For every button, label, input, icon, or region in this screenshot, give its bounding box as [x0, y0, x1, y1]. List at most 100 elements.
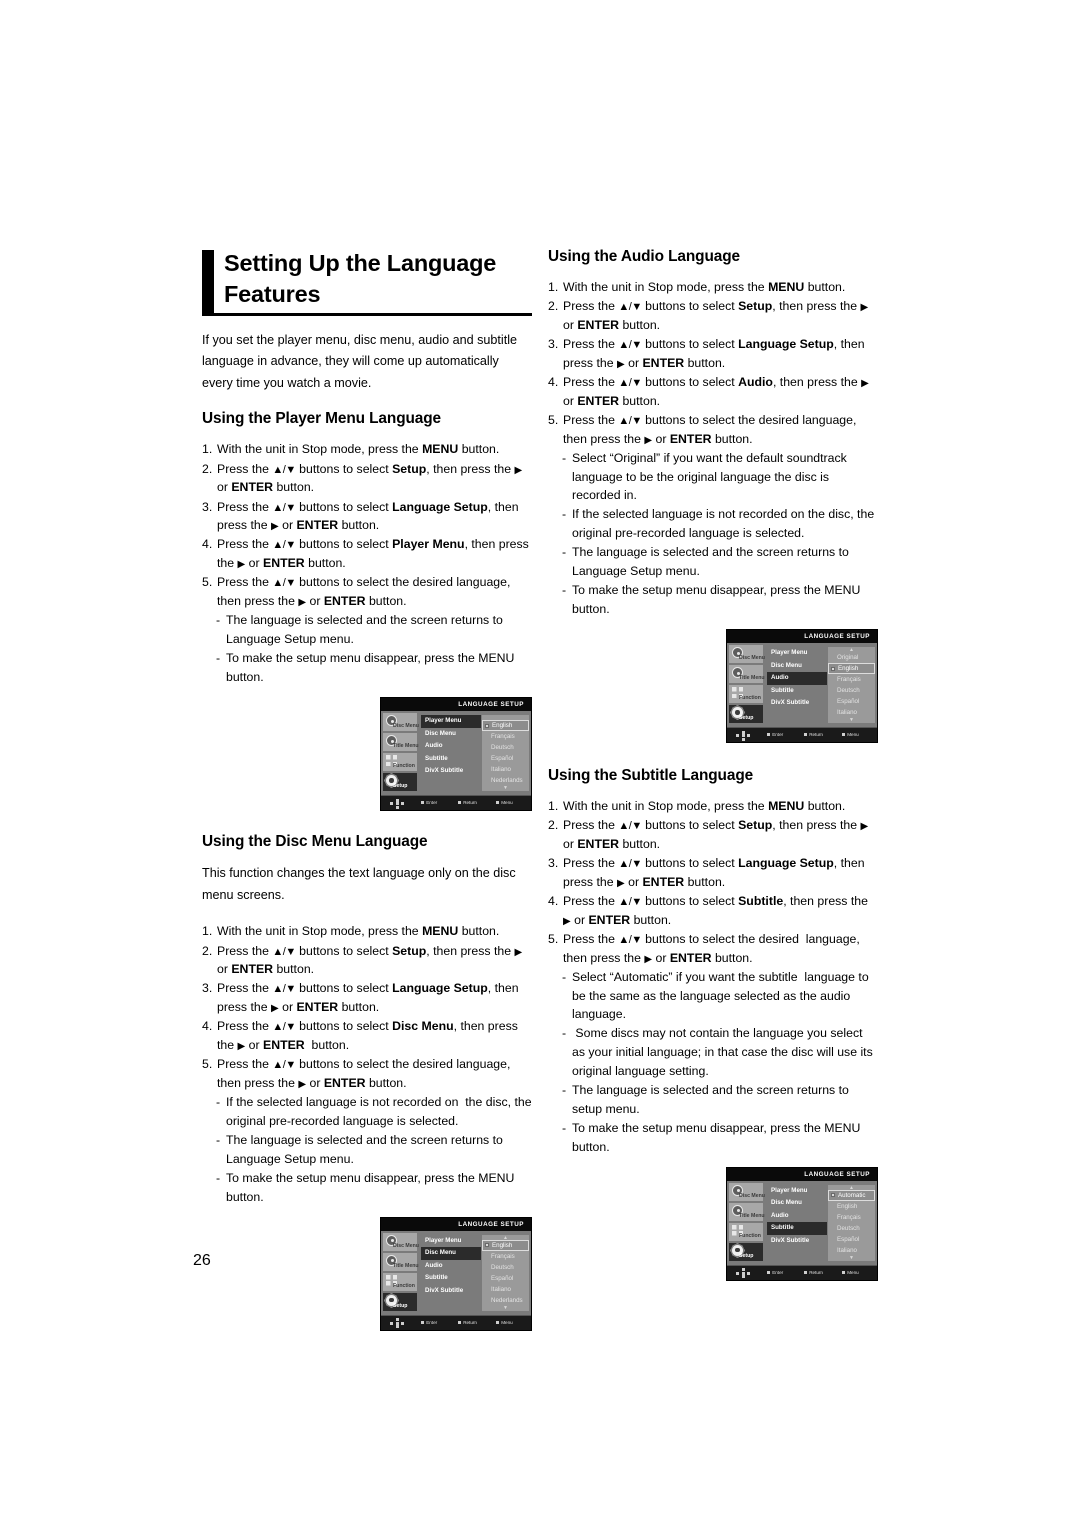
- osd-sidebar-item-setup[interactable]: Setup: [383, 1292, 417, 1311]
- osd-sidebar-item-title-menu[interactable]: Title Menu: [729, 1202, 765, 1221]
- osd-menu-item-subtitle[interactable]: Subtitle: [421, 753, 481, 766]
- osd-option-nederlands[interactable]: Nederlands: [482, 775, 529, 786]
- osd-option-italiano[interactable]: Italiano: [828, 1245, 875, 1256]
- steps-disc-menu: 1. With the unit in Stop mode, press the …: [202, 922, 532, 1092]
- steps-player-menu: 1. With the unit in Stop mode, press the …: [202, 440, 532, 610]
- osd-sidebar-item-function[interactable]: Function: [729, 1222, 763, 1241]
- osd-sidebar-item-title-menu[interactable]: Title Menu: [383, 733, 419, 752]
- osd-screenshot-subtitle-wrap: LANGUAGE SETUP Disc Menu Title Menu Functio…: [548, 1157, 878, 1281]
- instruction-step: 4. Press the ▲/▼ buttons to select Subtit…: [548, 892, 878, 929]
- osd-option-english[interactable]: English: [482, 1239, 529, 1251]
- instruction-note: - To make the setup menu disappear, press…: [562, 1119, 878, 1156]
- osd-sidebar-item-disc-menu[interactable]: Disc Menu: [383, 1232, 419, 1251]
- osd-sidebar-item-setup[interactable]: Setup: [729, 705, 763, 723]
- osd-menu-item-player-menu[interactable]: Player Menu: [767, 1185, 827, 1198]
- osd-option-automatic[interactable]: Automatic: [828, 1189, 875, 1201]
- step-text: Press the ▲/▼ buttons to select Setup, t…: [217, 461, 523, 495]
- osd-option-deutsch[interactable]: Deutsch: [482, 1262, 529, 1273]
- osd-option-english[interactable]: English: [828, 1201, 875, 1212]
- osd-footer-menu[interactable]: Menu: [842, 1270, 859, 1275]
- osd-footer-enter[interactable]: Enter: [421, 1320, 437, 1325]
- osd-sidebar-item-title-menu[interactable]: Title Menu: [383, 1252, 419, 1271]
- osd-option-italiano[interactable]: Italiano: [482, 1284, 529, 1295]
- osd-footer-enter[interactable]: Enter: [421, 800, 437, 805]
- osd-menu-item-disc-menu[interactable]: Disc Menu: [767, 660, 827, 673]
- step-number: 3.: [548, 337, 559, 352]
- step-text: Press the ▲/▼ buttons to select Setup, t…: [563, 818, 869, 851]
- step-text: With the unit in Stop mode, press the ME…: [563, 280, 846, 294]
- osd-option-nederlands[interactable]: Nederlands: [482, 1295, 529, 1306]
- osd-menu-item-audio[interactable]: Audio: [421, 740, 481, 753]
- osd-menu-item-player-menu[interactable]: Player Menu: [421, 1235, 481, 1248]
- osd-sidebar-item-disc-menu[interactable]: Disc Menu: [729, 1182, 765, 1201]
- step-number: 5.: [548, 931, 559, 946]
- osd-menu-item-subtitle[interactable]: Subtitle: [767, 1222, 827, 1235]
- osd-menu-item-audio[interactable]: Audio: [767, 1210, 827, 1223]
- step-number: 2.: [202, 943, 213, 958]
- osd-option-español[interactable]: Español: [828, 1234, 875, 1245]
- osd-option-italiano[interactable]: Italiano: [828, 707, 875, 718]
- osd-footer-enter[interactable]: Enter: [767, 1270, 783, 1275]
- osd-sidebar-item-function[interactable]: Function: [729, 685, 763, 703]
- note-text: To make the setup menu disappear, press …: [572, 1120, 861, 1154]
- osd-option-français[interactable]: Français: [828, 674, 875, 685]
- osd-sidebar-item-disc-menu[interactable]: Disc Menu: [383, 713, 419, 732]
- osd-sidebar-label: Setup: [739, 1252, 754, 1259]
- osd-menu-item-subtitle[interactable]: Subtitle: [421, 1272, 481, 1285]
- osd-screenshot-disc-menu: LANGUAGE SETUP Disc Menu Title Menu Functio…: [380, 1216, 532, 1331]
- osd-option-español[interactable]: Español: [482, 1273, 529, 1284]
- osd-sidebar-item-function[interactable]: Function: [383, 753, 417, 772]
- osd-menu-item-divx-subtitle[interactable]: DivX Subtitle: [421, 1285, 481, 1298]
- osd-sidebar-item-setup[interactable]: Setup: [729, 1242, 763, 1261]
- osd-footer-return[interactable]: Return: [458, 1320, 477, 1325]
- osd-sidebar-item-function[interactable]: Function: [383, 1272, 417, 1291]
- osd-option-deutsch[interactable]: Deutsch: [828, 1223, 875, 1234]
- osd-option-deutsch[interactable]: Deutsch: [828, 685, 875, 696]
- osd-menu-item-divx-subtitle[interactable]: DivX Subtitle: [767, 1235, 827, 1248]
- osd-footer-menu[interactable]: Menu: [496, 1320, 513, 1325]
- osd-menu-item-divx-subtitle[interactable]: DivX Subtitle: [767, 697, 827, 710]
- osd-footer: Enter Return Menu: [381, 795, 531, 811]
- step-number: 1.: [548, 280, 559, 294]
- osd-option-english[interactable]: English: [828, 663, 875, 674]
- osd-sidebar-item-title-menu[interactable]: Title Menu: [729, 665, 765, 683]
- osd-menu-item-player-menu[interactable]: Player Menu: [767, 647, 827, 660]
- osd-footer-return[interactable]: Return: [804, 1270, 823, 1275]
- osd-menu-item-disc-menu[interactable]: Disc Menu: [421, 728, 481, 741]
- osd-footer-menu[interactable]: Menu: [496, 800, 513, 805]
- osd-option-italiano[interactable]: Italiano: [482, 764, 529, 775]
- osd-option-français[interactable]: Français: [482, 1251, 529, 1262]
- step-number: 3.: [548, 856, 559, 871]
- osd-menu-item-player-menu[interactable]: Player Menu: [421, 715, 481, 728]
- instruction-note: - The language is selected and the screen…: [216, 1131, 532, 1168]
- osd-footer-enter[interactable]: Enter: [767, 732, 783, 737]
- osd-sidebar-item-disc-menu[interactable]: Disc Menu: [729, 645, 765, 663]
- osd-option-français[interactable]: Français: [482, 731, 529, 742]
- osd-sidebar-label: Title Menu: [739, 675, 765, 681]
- osd-menu-item-divx-subtitle[interactable]: DivX Subtitle: [421, 765, 481, 778]
- osd-option-original[interactable]: Original: [828, 652, 875, 663]
- step-text: Press the ▲/▼ buttons to select Subtitle…: [563, 894, 868, 927]
- osd-footer-menu[interactable]: Menu: [842, 732, 859, 737]
- osd-menu-item-audio[interactable]: Audio: [767, 672, 827, 685]
- osd-menu-item-audio[interactable]: Audio: [421, 1260, 481, 1273]
- osd-option-deutsch[interactable]: Deutsch: [482, 742, 529, 753]
- osd-option-français[interactable]: Français: [828, 1212, 875, 1223]
- instruction-step: 5. Press the ▲/▼ buttons to select the de…: [548, 930, 878, 967]
- note-dash: -: [216, 1133, 221, 1148]
- note-dash: -: [562, 1120, 567, 1135]
- osd-footer-return[interactable]: Return: [804, 732, 823, 737]
- osd-option-español[interactable]: Español: [828, 696, 875, 707]
- osd-option-español[interactable]: Español: [482, 753, 529, 764]
- osd-menu-item-subtitle[interactable]: Subtitle: [767, 685, 827, 698]
- instruction-step: 4. Press the ▲/▼ buttons to select Disc M…: [202, 1017, 532, 1054]
- osd-option-english[interactable]: English: [482, 720, 529, 732]
- osd-sidebar: Disc Menu Title Menu Function Setup: [729, 645, 765, 727]
- section-heading-disc-menu: Using the Disc Menu Language: [202, 833, 428, 851]
- osd-footer-return[interactable]: Return: [458, 800, 477, 805]
- osd-sidebar-item-setup[interactable]: Setup: [383, 773, 417, 792]
- osd-menu-item-disc-menu[interactable]: Disc Menu: [421, 1247, 481, 1260]
- section-heading-audio: Using the Audio Language: [548, 248, 740, 265]
- osd-menu-item-disc-menu[interactable]: Disc Menu: [767, 1197, 827, 1210]
- note-text: To make the setup menu disappear, press …: [226, 1170, 515, 1204]
